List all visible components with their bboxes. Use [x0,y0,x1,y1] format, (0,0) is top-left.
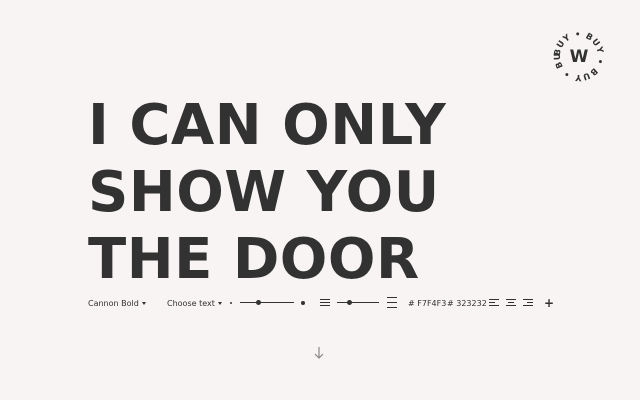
buy-badge-icon: BUY • BUY • BUY • BUY • W [548,22,605,82]
add-tester-button[interactable]: + [544,294,554,312]
background-color-value: # F7F4F3 [408,298,447,308]
headline-line-3: THE DOOR [88,227,420,292]
small-dot-icon [230,302,232,304]
align-left-icon[interactable] [489,298,499,307]
text-color-value: # 323232 [447,298,487,308]
size-slider-track [240,302,294,303]
tight-lines-icon [320,298,330,307]
text-select[interactable]: Choose text [167,294,222,312]
chevron-down-icon [141,301,146,305]
line-height-slider-knob[interactable] [347,300,353,305]
line-height-slider-track [337,302,379,303]
line-height-slider[interactable] [337,300,379,305]
align-center-icon[interactable] [506,298,516,307]
background-color-input[interactable]: # F7F4F3 [408,294,446,312]
text-color-input[interactable]: # 323232 [447,294,487,312]
align-right-icon[interactable] [523,298,533,307]
size-slider[interactable] [240,300,294,305]
loose-lines-icon [387,297,397,308]
badge-letter: W [570,47,589,67]
font-select-label: Cannon Bold [88,298,139,308]
headline: I CAN ONLY SHOW YOU THE DOOR [88,92,446,293]
font-select[interactable]: Cannon Bold [88,294,146,312]
chevron-down-icon [217,301,222,305]
large-dot-icon [301,301,305,305]
headline-line-2: SHOW YOU [88,160,440,225]
text-select-label: Choose text [167,298,215,308]
size-slider-knob[interactable] [256,300,262,305]
type-tester-toolbar: Cannon Bold Choose text # F7F4F3 # 32323… [88,294,558,312]
buy-badge[interactable]: BUY • BUY • BUY • BUY • W [548,22,606,83]
headline-line-1: I CAN ONLY [88,93,447,158]
arrow-down-icon[interactable] [313,346,325,360]
